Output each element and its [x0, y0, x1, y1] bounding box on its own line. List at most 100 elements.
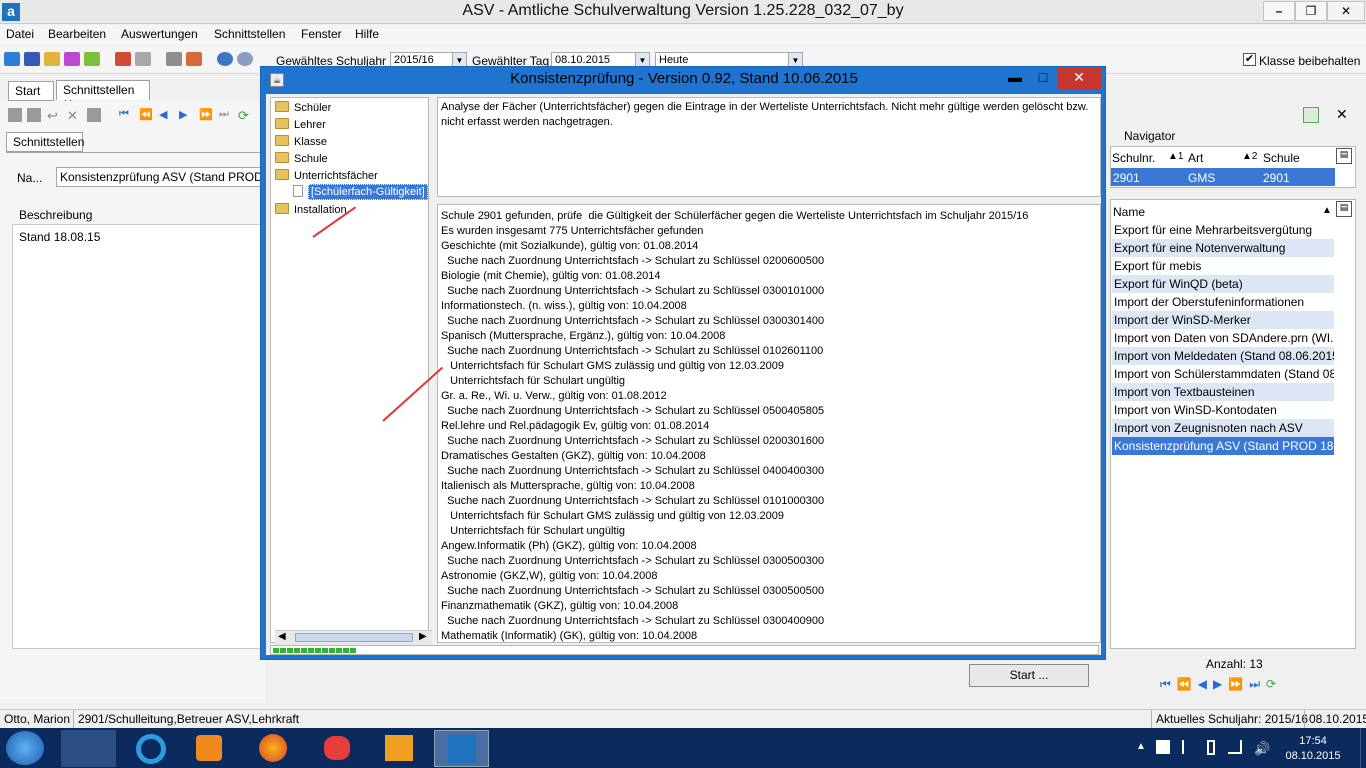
notes-icon[interactable]	[84, 52, 100, 66]
media-player-icon[interactable]	[182, 730, 237, 767]
dialog-close-button[interactable]: ✕	[1057, 67, 1101, 89]
sync-icon[interactable]	[1303, 107, 1319, 123]
close-navigator-icon[interactable]: ✕	[1336, 106, 1348, 123]
report-icon[interactable]	[135, 52, 151, 66]
fast-back-icon[interactable]: ⏪	[1177, 677, 1198, 691]
start-button[interactable]: Start ...	[969, 664, 1089, 687]
info-icon[interactable]	[217, 52, 233, 66]
list-item[interactable]: Import der WinSD-Merker	[1112, 311, 1334, 329]
forward-icon[interactable]: ▶	[179, 108, 193, 122]
help-icon[interactable]	[237, 52, 253, 66]
tree-item-schueler[interactable]: Schüler	[275, 101, 331, 118]
list-item[interactable]: Export für eine Notenverwaltung	[1112, 239, 1334, 257]
first-icon[interactable]: ⏮	[119, 108, 133, 122]
snipping-tool-icon[interactable]	[310, 730, 365, 767]
clock[interactable]: 17:54 08.10.2015	[1283, 734, 1343, 764]
save-all-icon[interactable]	[27, 108, 41, 122]
teachers-icon[interactable]	[44, 52, 60, 66]
table-row[interactable]	[1111, 168, 1335, 186]
menu-fenster[interactable]: Fenster	[301, 27, 342, 41]
asv-taskbar-icon[interactable]	[434, 730, 489, 767]
log-line: Gr. a. Re., Wi. u. Verw., gültig von: 01…	[441, 390, 667, 402]
volume-icon[interactable]: 🔊	[1254, 741, 1270, 757]
last-icon[interactable]: ⏭	[219, 108, 233, 122]
tray-expand-icon[interactable]: ▲	[1136, 741, 1146, 752]
tree-scrollbar[interactable]: ◀ ▶	[275, 630, 432, 645]
delete-icon[interactable]: ✕	[67, 108, 81, 123]
list-item[interactable]: Export für mebis	[1112, 257, 1334, 275]
col-art[interactable]: Art	[1188, 151, 1203, 165]
list-item[interactable]: Import von Schülerstammdaten (Stand 08..…	[1112, 365, 1334, 383]
scroll-right-icon[interactable]: ▶	[419, 631, 427, 642]
battery-icon[interactable]	[1207, 740, 1215, 755]
windows-icon[interactable]	[1156, 740, 1170, 754]
students-icon[interactable]	[4, 52, 20, 66]
dialog-maximize-button[interactable]: □	[1029, 67, 1057, 89]
explorer-icon[interactable]	[61, 730, 116, 767]
list-item[interactable]: Import von Daten von SDAndere.prn (WI...	[1112, 329, 1334, 347]
column-chooser-icon[interactable]: ▤	[1336, 148, 1352, 164]
list-item[interactable]: Import von Meldedaten (Stand 08.06.2015)	[1112, 347, 1334, 365]
tree-item-schuelerfach-gueltigkeit[interactable]: [Schülerfach-Gültigkeit]	[293, 184, 428, 202]
menu-datei[interactable]: Datei	[6, 27, 34, 41]
tree-item-lehrer[interactable]: Lehrer	[275, 118, 326, 135]
show-desktop-button[interactable]	[1360, 728, 1366, 768]
courses-icon[interactable]	[64, 52, 80, 66]
fast-forward-icon[interactable]: ⏩	[1228, 677, 1249, 691]
firefox-icon[interactable]	[246, 730, 301, 767]
scroll-left-icon[interactable]: ◀	[278, 631, 286, 642]
menu-bearbeiten[interactable]: Bearbeiten	[48, 27, 106, 41]
scroll-thumb[interactable]	[295, 633, 413, 642]
col-schule[interactable]: Schule	[1263, 151, 1300, 165]
calendar-icon[interactable]	[186, 52, 202, 66]
back-icon[interactable]: ◀	[1198, 677, 1213, 691]
forward-icon[interactable]: ▶	[1213, 677, 1228, 691]
outlook-icon[interactable]	[372, 730, 427, 767]
col-name[interactable]: Name	[1113, 205, 1145, 219]
list-item[interactable]: Import der Oberstufeninformationen	[1112, 293, 1334, 311]
menu-schnittstellen[interactable]: Schnittstellen	[214, 27, 285, 41]
list-item[interactable]: Import von Textbausteinen	[1112, 383, 1334, 401]
undo-icon[interactable]: ↩	[47, 108, 61, 123]
tab-start[interactable]: Start ✕	[8, 81, 54, 112]
list-item[interactable]: Import von Zeugnisnoten nach ASV	[1112, 419, 1334, 437]
column-chooser-icon[interactable]: ▤	[1336, 201, 1352, 217]
minimize-button[interactable]: –	[1263, 1, 1295, 21]
book-icon[interactable]	[115, 52, 131, 66]
list-item-selected[interactable]: Konsistenzprüfung ASV (Stand PROD 18....	[1112, 437, 1334, 455]
copy-icon[interactable]	[166, 52, 182, 66]
list-item[interactable]: Export für WinQD (beta)	[1112, 275, 1334, 293]
klasse-beibehalten-checkbox[interactable]: ✔	[1243, 53, 1256, 66]
log-output[interactable]: Schule 2901 gefunden, prüfe die Gültigke…	[437, 204, 1101, 643]
maximize-button[interactable]: ❐	[1295, 1, 1327, 21]
menu-auswertungen[interactable]: Auswertungen	[121, 27, 198, 41]
refresh-icon[interactable]: ⟳	[1266, 677, 1282, 691]
log-line: Spanisch (Muttersprache, Ergänz.), gülti…	[441, 330, 726, 342]
refresh-icon[interactable]: ⟳	[238, 108, 252, 123]
flag-icon[interactable]	[1182, 740, 1194, 754]
dialog-minimize-button[interactable]: ▬	[1001, 67, 1029, 89]
tab-schnittstellen[interactable]: Schnittstellen ✕	[56, 80, 150, 111]
save-icon[interactable]	[8, 108, 22, 122]
fast-forward-icon[interactable]: ⏩	[199, 108, 213, 122]
tree-item-installation[interactable]: Installation	[275, 203, 347, 220]
col-schulnr[interactable]: Schulnr.	[1112, 151, 1155, 165]
list-item[interactable]: Import von WinSD-Kontodaten	[1112, 401, 1334, 419]
tab-schnittstellen-sub[interactable]: Schnittstellen	[6, 132, 84, 152]
comment-icon[interactable]	[87, 108, 101, 122]
tree-item-schule[interactable]: Schule	[275, 152, 328, 169]
menu-hilfe[interactable]: Hilfe	[355, 27, 379, 41]
last-icon[interactable]: ⏭	[1249, 677, 1266, 691]
list-item[interactable]: Export für eine Mehrarbeitsvergütung	[1112, 221, 1334, 239]
beschreibung-textarea[interactable]: Stand 18.08.15	[12, 224, 264, 649]
tree-item-klasse[interactable]: Klasse	[275, 135, 327, 152]
close-button[interactable]: ✕	[1327, 1, 1365, 21]
class-icon[interactable]	[24, 52, 40, 66]
fast-back-icon[interactable]: ⏪	[139, 108, 153, 122]
name-field[interactable]: Konsistenzprüfung ASV (Stand PROD 18.08.…	[56, 167, 262, 187]
start-orb-icon[interactable]	[6, 731, 44, 765]
first-icon[interactable]: ⏮	[1160, 677, 1177, 691]
back-icon[interactable]: ◀	[159, 108, 173, 122]
signal-icon[interactable]	[1228, 740, 1242, 754]
internet-explorer-icon[interactable]	[124, 730, 179, 767]
